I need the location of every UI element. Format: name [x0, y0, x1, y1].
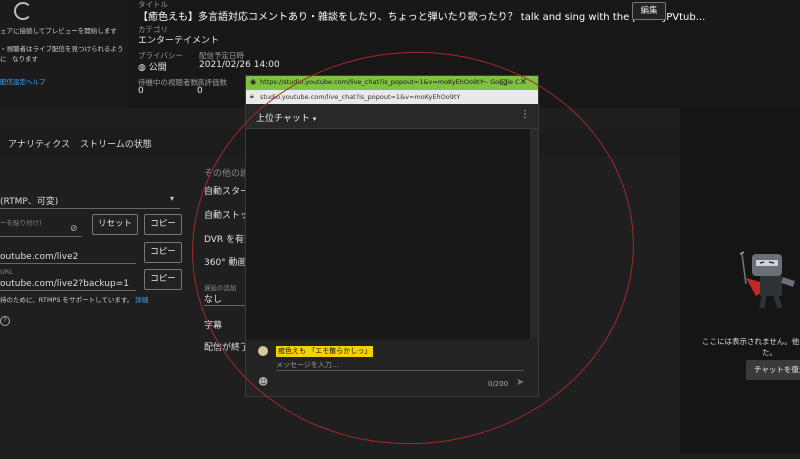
divider — [0, 290, 136, 291]
privacy-text: 公開 — [148, 63, 167, 73]
help-circle-icon[interactable]: ? — [0, 316, 10, 326]
edit-button[interactable]: 編集 — [632, 2, 666, 20]
lock-icon: 🔒︎ — [250, 92, 254, 100]
rtmps-note-text: 持のために、RTMPS をサポートしています。 — [0, 296, 134, 304]
divider — [0, 208, 180, 209]
visibility-off-icon[interactable]: ⊘ — [70, 224, 78, 234]
chat-hidden-text: ここには表示されません。 — [702, 337, 792, 346]
backup-url-label: URL — [0, 268, 13, 276]
category-value: エンターテイメント — [138, 36, 220, 46]
copy-key-button[interactable]: コピー — [144, 214, 182, 235]
loading-spinner-icon — [14, 2, 32, 20]
rtmps-note: 持のために、RTMPS をサポートしています。 詳細 — [0, 294, 148, 304]
waiting-value: 0 — [138, 86, 144, 96]
likes-value: 0 — [197, 86, 203, 96]
dropdown-arrow-icon[interactable]: ▾ — [170, 194, 174, 203]
stream-url[interactable]: outube.com/live2 — [0, 252, 78, 262]
tab-analytics[interactable]: アナリティクス — [8, 137, 70, 150]
backup-url[interactable]: outube.com/live2?backup=1 — [0, 279, 129, 289]
notice-line-2: なります — [12, 55, 38, 63]
help-link[interactable]: 配信設定ヘルプ — [0, 76, 46, 86]
privacy-value: ◍ 公開 — [138, 60, 167, 73]
rtmps-details-link[interactable]: 詳細 — [135, 296, 148, 304]
tab-stream-health[interactable]: ストリームの状態 — [80, 137, 152, 150]
protocol-select[interactable]: (RTMP、可変) — [0, 194, 58, 207]
stream-key-field[interactable]: ーを貼り付け) — [0, 217, 42, 227]
scheduled-value: 2021/02/26 14:00 — [199, 60, 280, 70]
chat-hidden-message: ここには表示されません。他ウィン — [702, 336, 800, 347]
copy-url-button[interactable]: コピー — [144, 242, 182, 263]
globe-icon: ◍ — [138, 63, 146, 73]
stream-title: 【癒色えも】多言語対応コメントあり・雑談をしたり、ちょっと弾いたり歌ったり？ t… — [138, 12, 706, 23]
copy-backup-url-button[interactable]: コピー — [144, 269, 182, 290]
restore-chat-button[interactable]: チャットを復元 — [746, 360, 800, 380]
reset-button[interactable]: リセット — [92, 214, 138, 235]
popup-app-icon: ◉ — [250, 78, 257, 86]
preview-panel: ェアに接続してプレビューを開始します ・視聴者はライブ配信を見つけられるように … — [0, 0, 128, 108]
chat-hidden-message-2: た。 — [762, 348, 777, 357]
status-line: ェアに接続してプレビューを開始します — [0, 27, 117, 35]
chat-panel: ここには表示されません。他ウィン た。 チャットを復元 — [680, 108, 800, 454]
chat-hidden-suffix: 他ウィン — [791, 337, 800, 346]
waiting-label: 待機中の視聴者数 — [138, 78, 198, 87]
divider — [0, 263, 136, 264]
divider — [0, 236, 82, 237]
ninja-mascot-icon — [736, 250, 796, 309]
